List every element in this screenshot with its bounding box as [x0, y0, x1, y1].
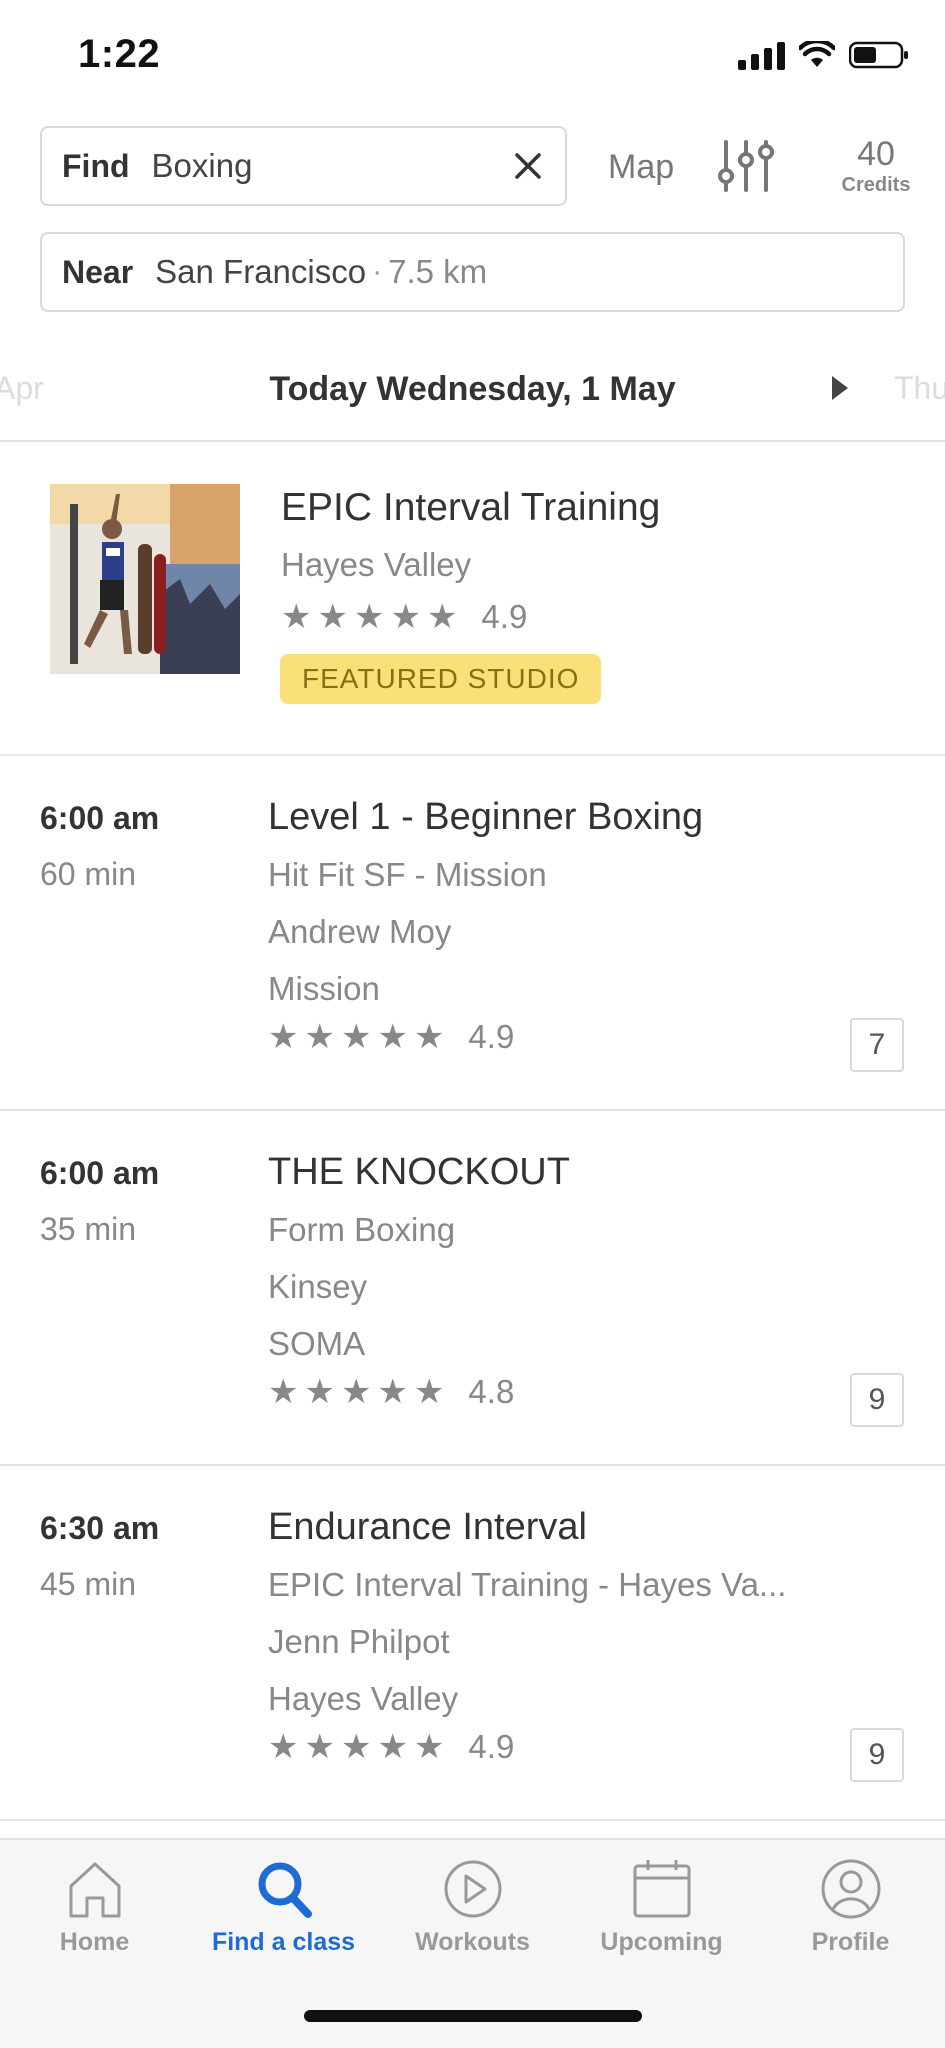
- class-credits-badge: 7: [850, 1018, 904, 1072]
- near-city: San Francisco: [155, 253, 367, 290]
- class-instructor: Jenn Philpot: [268, 1623, 450, 1660]
- status-icons: [738, 40, 909, 70]
- class-neighborhood: Mission: [268, 970, 380, 1007]
- find-label: Find: [62, 147, 130, 184]
- featured-studio-card[interactable]: EPIC Interval Training Hayes Valley ★ ★ ★ ★…: [0, 442, 945, 756]
- class-duration: 35 min: [40, 1211, 137, 1247]
- class-time: 6:00 am: [40, 1155, 160, 1191]
- search-icon: [258, 1862, 312, 1918]
- tab-label: Profile: [811, 1928, 890, 1956]
- featured-studio-image: [50, 484, 240, 674]
- star-rating-icon: ★ ★ ★ ★ ★: [268, 1373, 445, 1411]
- tab-label: Home: [59, 1928, 130, 1956]
- featured-rating: ★ ★ ★ ★ ★ 4.9: [281, 598, 527, 636]
- class-time: 6:30 am: [40, 1510, 160, 1546]
- near-label: Near: [62, 253, 134, 290]
- tab-label: Upcoming: [600, 1928, 723, 1956]
- find-search-box[interactable]: Find Boxing: [40, 126, 567, 206]
- date-next[interactable]: Thu: [894, 370, 945, 407]
- cellular-signal-icon: [738, 40, 785, 70]
- rating-value: 4.8: [468, 1373, 515, 1410]
- find-input[interactable]: Boxing: [152, 147, 511, 185]
- class-name: THE KNOCKOUT: [268, 1151, 570, 1193]
- next-date-arrow-icon[interactable]: [832, 376, 848, 400]
- credits-indicator[interactable]: 40 Credits: [826, 134, 926, 197]
- class-instructor: Kinsey: [268, 1268, 368, 1305]
- tab-profile[interactable]: Profile: [756, 1858, 945, 1957]
- status-time: 1:22: [78, 32, 161, 76]
- class-duration: 60 min: [40, 856, 137, 892]
- class-neighborhood: Hayes Valley: [268, 1680, 459, 1717]
- featured-studio-name: EPIC Interval Training: [281, 486, 661, 529]
- battery-icon: [849, 41, 908, 69]
- person-icon: [821, 1859, 880, 1919]
- class-studio: Hit Fit SF - Mission: [268, 856, 547, 893]
- class-rating: ★ ★ ★ ★ ★ 4.8: [268, 1373, 514, 1411]
- rating-value: 4.9: [468, 1018, 515, 1055]
- class-studio: Form Boxing: [268, 1211, 456, 1248]
- map-button[interactable]: Map: [608, 148, 674, 187]
- class-rating: ★ ★ ★ ★ ★ 4.9: [268, 1728, 514, 1766]
- credits-value: 40: [857, 135, 895, 173]
- class-credits-badge: 9: [850, 1373, 904, 1427]
- star-rating-icon: ★ ★ ★ ★ ★: [268, 1018, 445, 1056]
- star-rating-icon: ★ ★ ★ ★ ★: [281, 598, 458, 636]
- credits-label: Credits: [841, 174, 911, 196]
- play-icon: [444, 1860, 501, 1918]
- class-row[interactable]: 6:00 am 35 min THE KNOCKOUT Form Boxing …: [0, 1111, 945, 1466]
- calendar-icon: [633, 1860, 690, 1918]
- rating-value: 4.9: [481, 598, 528, 635]
- tab-find-a-class[interactable]: Find a class: [189, 1858, 378, 1957]
- date-selector: Apr Today Wednesday, 1 May Thu: [0, 340, 945, 442]
- filter-button[interactable]: [716, 138, 776, 194]
- tab-label: Find a class: [211, 1928, 356, 1956]
- tab-workouts[interactable]: Workouts: [378, 1858, 567, 1957]
- star-rating-icon: ★ ★ ★ ★ ★: [268, 1728, 445, 1766]
- close-icon: [515, 153, 541, 179]
- near-distance: 7.5 km: [388, 253, 488, 290]
- class-row[interactable]: 6:30 am 45 min Endurance Interval EPIC I…: [0, 1466, 945, 1821]
- featured-studio-badge: FEATURED STUDIO: [280, 654, 602, 704]
- class-rating: ★ ★ ★ ★ ★ 4.9: [268, 1018, 514, 1056]
- rating-value: 4.9: [468, 1728, 515, 1765]
- tab-home[interactable]: Home: [0, 1858, 189, 1957]
- class-instructor: Andrew Moy: [268, 913, 452, 950]
- status-bar: 1:22: [0, 0, 945, 116]
- date-current: Today Wednesday, 1 May: [269, 370, 676, 408]
- class-credits-badge: 9: [850, 1728, 904, 1782]
- class-name: Endurance Interval: [268, 1506, 587, 1548]
- class-row[interactable]: 6:00 am 60 min Level 1 - Beginner Boxing…: [0, 756, 945, 1111]
- class-duration: 45 min: [40, 1566, 137, 1602]
- home-indicator[interactable]: [304, 2010, 642, 2022]
- near-location-box[interactable]: Near San Francisco · 7.5 km: [40, 232, 905, 312]
- tab-upcoming[interactable]: Upcoming: [567, 1858, 756, 1957]
- clear-search-button[interactable]: [511, 149, 545, 183]
- featured-studio-area: Hayes Valley: [281, 546, 472, 583]
- class-studio: EPIC Interval Training - Hayes Va...: [268, 1566, 787, 1603]
- class-neighborhood: SOMA: [268, 1325, 366, 1362]
- home-icon: [69, 1862, 120, 1918]
- wifi-icon: [799, 41, 835, 67]
- sliders-icon: [718, 140, 774, 192]
- class-time: 6:00 am: [40, 800, 160, 836]
- class-name: Level 1 - Beginner Boxing: [268, 796, 704, 838]
- tab-label: Workouts: [415, 1928, 530, 1956]
- near-separator: ·: [372, 255, 383, 288]
